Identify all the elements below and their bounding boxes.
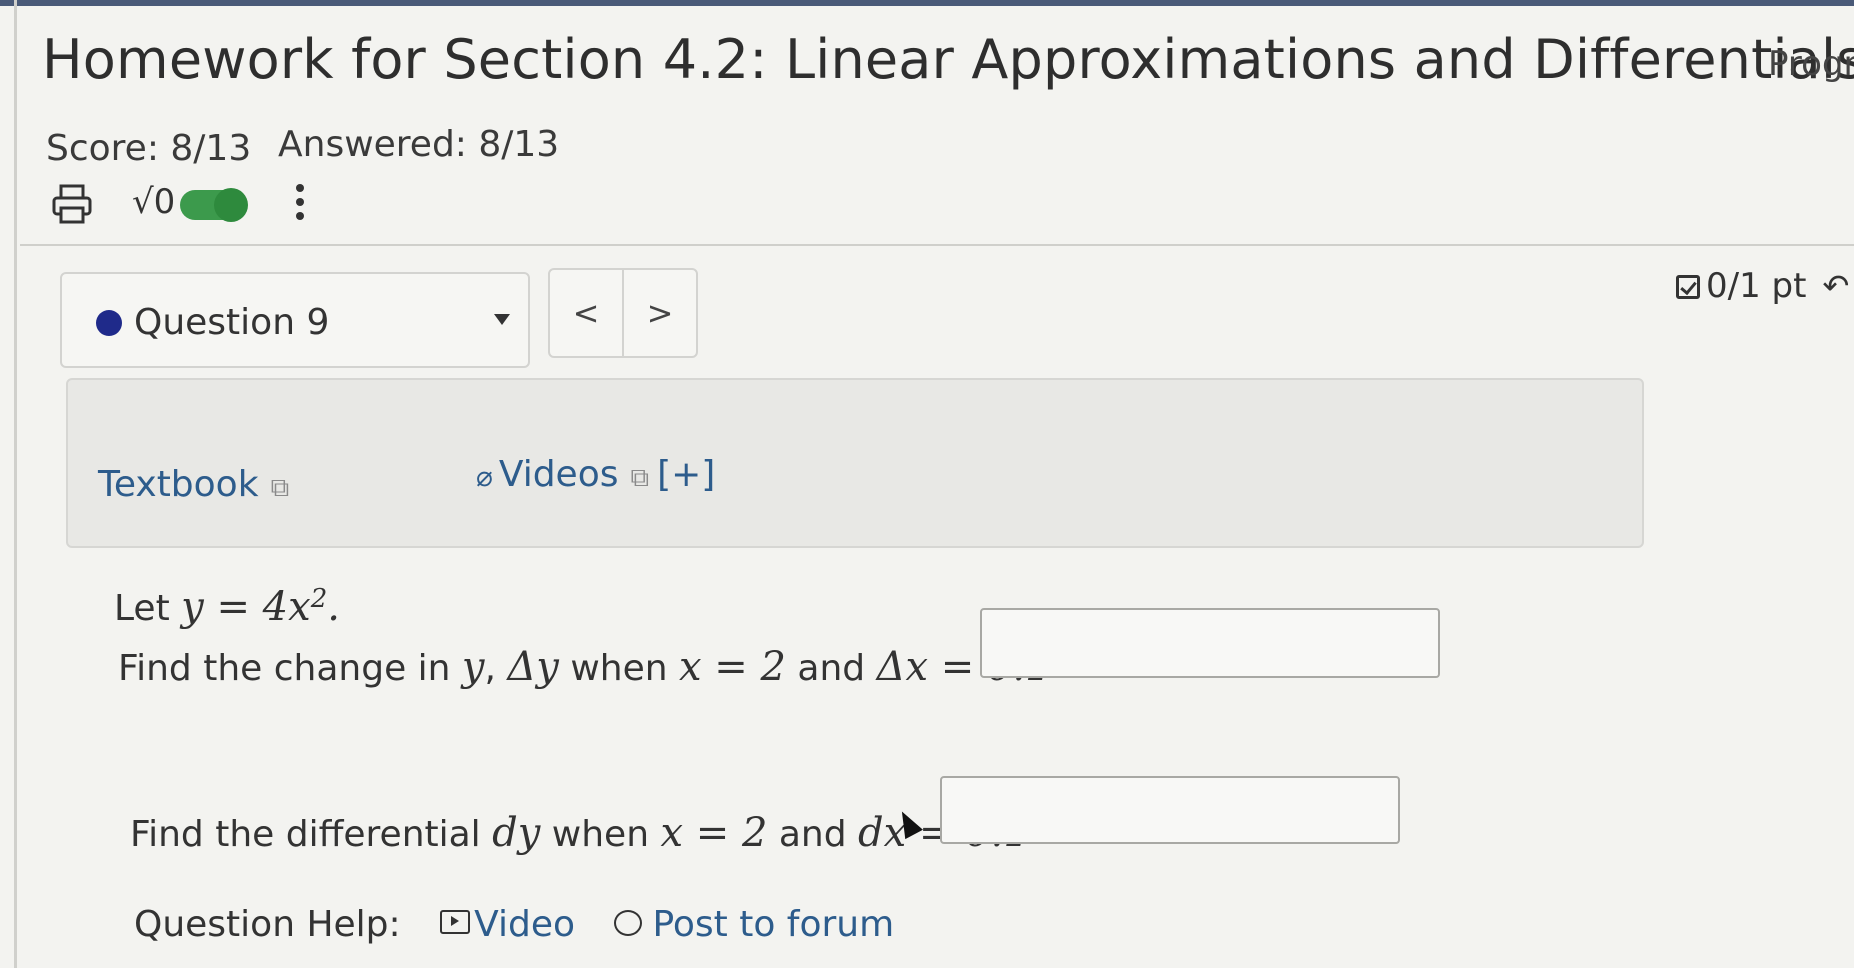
top-accent-bar [0, 0, 1854, 6]
external-link-icon: ⧉ [270, 473, 290, 503]
math-entry-toggle[interactable] [180, 188, 248, 222]
differential-answer-input[interactable] [940, 776, 1400, 844]
expand-videos-button[interactable]: [+] [657, 454, 715, 495]
progress-link[interactable]: Progr [1768, 44, 1854, 84]
help-video-link[interactable]: Video [412, 904, 575, 945]
resources-panel: Textbook ⧉ ⌀ Videos ⧉ [+] [66, 378, 1644, 548]
paperclip-icon: ⌀ [476, 460, 493, 493]
left-border [14, 0, 17, 968]
post-to-forum-link[interactable]: Post to forum [586, 904, 894, 945]
answered-text: Answered: 8/13 [278, 124, 560, 165]
points-indicator: 0/1 pt ↶ [1676, 266, 1849, 306]
problem-statement: Let y = 4x2. [114, 584, 340, 630]
score-text: Score: 8/13 [46, 128, 252, 169]
retry-icon[interactable]: ↶ [1822, 267, 1849, 305]
question-help-label: Question Help: [134, 904, 401, 945]
speech-bubble-icon [614, 910, 643, 936]
question-nav-group: < > [548, 268, 698, 358]
textbook-link[interactable]: Textbook ⧉ [98, 464, 289, 505]
page-title: Homework for Section 4.2: Linear Approxi… [42, 28, 1854, 91]
function-definition: y = 4x [181, 584, 311, 630]
videos-label: Videos [498, 454, 619, 495]
more-options-icon[interactable] [294, 180, 306, 224]
question-select-label: Question 9 [134, 302, 330, 343]
question-select[interactable]: Question 9 [60, 272, 530, 368]
chevron-down-icon [494, 314, 510, 325]
textbook-label: Textbook [98, 464, 259, 505]
checkbox-icon [1676, 275, 1700, 299]
toggle-knob [214, 188, 248, 222]
divider [20, 244, 1854, 246]
print-icon[interactable] [50, 182, 94, 226]
video-icon [440, 910, 471, 934]
delta-y-answer-input[interactable] [980, 608, 1440, 678]
next-question-button[interactable]: > [624, 270, 696, 356]
math-entry-icon: √0 [132, 182, 176, 222]
question-status-dot [96, 310, 122, 336]
points-text: 0/1 pt [1706, 266, 1807, 306]
external-link-icon: ⧉ [630, 463, 650, 493]
question-part-1: Find the change in y, Δy when x = 2 and … [118, 644, 1051, 690]
exponent: 2 [310, 584, 328, 614]
videos-link[interactable]: ⌀ Videos ⧉ [+] [476, 454, 715, 495]
previous-question-button[interactable]: < [550, 270, 624, 356]
question-help: Question Help: Video Post to forum [134, 904, 894, 945]
